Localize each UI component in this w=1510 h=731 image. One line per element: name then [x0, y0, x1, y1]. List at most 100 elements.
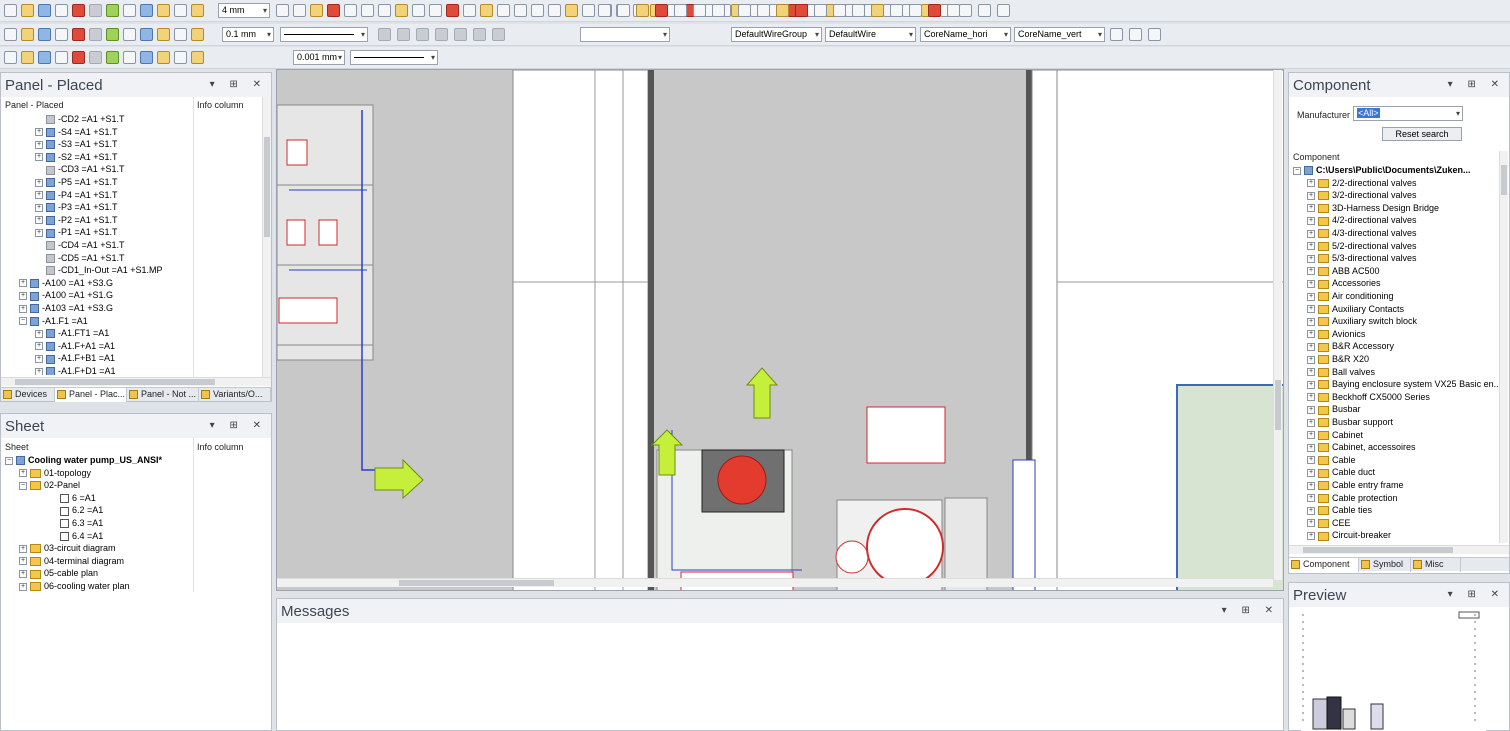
expand-toggle-icon[interactable]: +: [1307, 229, 1315, 238]
expand-toggle-icon[interactable]: +: [1307, 368, 1315, 377]
scroll-thumb[interactable]: [1275, 380, 1281, 430]
toolbar-tool-icon[interactable]: [1129, 28, 1142, 41]
expand-toggle-icon[interactable]: +: [1307, 254, 1315, 263]
panel-placed-item[interactable]: -CD5 =A1 +S1.T: [35, 252, 125, 264]
panel-placed-item[interactable]: + -A1.F+B1 =A1: [35, 352, 115, 364]
line-style-select[interactable]: [280, 27, 368, 42]
panel-window-controls[interactable]: ▾ ⊞ ✕: [210, 79, 267, 90]
toolbar-tool-icon[interactable]: [140, 51, 153, 64]
grid-size-select[interactable]: 4 mm: [218, 3, 270, 18]
sheet-item[interactable]: +01-topology: [19, 467, 91, 479]
toolbar-tool-icon[interactable]: [310, 4, 323, 17]
messages-window-controls[interactable]: ▾ ⊞ ✕: [1222, 605, 1279, 616]
manufacturer-select[interactable]: <All>: [1353, 106, 1463, 121]
toolbar-tool-icon[interactable]: [947, 4, 960, 17]
panel-drawing-canvas[interactable]: [276, 69, 1284, 591]
toolbar-tool-icon[interactable]: [565, 4, 578, 17]
panel-placed-info-header[interactable]: Info column: [197, 100, 244, 110]
expand-toggle-icon[interactable]: +: [19, 557, 27, 566]
wire-group-select[interactable]: DefaultWireGroup: [731, 27, 822, 42]
toolbar-tool-icon[interactable]: [480, 4, 493, 17]
toolbar-tool-icon[interactable]: [598, 4, 611, 17]
toolbar-tool-icon[interactable]: [1148, 28, 1161, 41]
toolbar-tool-icon[interactable]: [55, 28, 68, 41]
component-category-item[interactable]: +4/2-directional valves: [1307, 214, 1417, 226]
toolbar-tool-icon[interactable]: [959, 4, 972, 17]
toolbar-tool-icon[interactable]: [446, 4, 459, 17]
toolbar-tool-icon[interactable]: [435, 28, 448, 41]
component-category-item[interactable]: + Cable: [1307, 454, 1356, 466]
toolbar-tool-icon[interactable]: [776, 4, 789, 17]
empty-select[interactable]: [580, 27, 670, 42]
panel-tab[interactable]: Devices: [1, 388, 55, 402]
line-style-select-2[interactable]: [350, 50, 438, 65]
scroll-thumb[interactable]: [399, 580, 554, 586]
toolbar-tool-icon[interactable]: [38, 28, 51, 41]
panel-placed-item[interactable]: -CD4 =A1 +S1.T: [35, 239, 125, 251]
component-category-item[interactable]: +5/3-directional valves: [1307, 252, 1417, 264]
toolbar-tool-icon[interactable]: [191, 51, 204, 64]
component-category-item[interactable]: +4/3-directional valves: [1307, 227, 1417, 239]
checkbox-icon[interactable]: [60, 519, 69, 529]
expand-toggle-icon[interactable]: +: [1307, 204, 1315, 213]
component-category-item[interactable]: + Ball valves: [1307, 366, 1375, 378]
component-category-item[interactable]: + Busbar: [1307, 403, 1361, 415]
expand-toggle-icon[interactable]: +: [1307, 456, 1315, 465]
panel-placed-item[interactable]: + -P5 =A1 +S1.T: [35, 176, 118, 188]
component-category-item[interactable]: + Air conditioning: [1307, 290, 1394, 302]
toolbar-tool-icon[interactable]: [106, 28, 119, 41]
toolbar-tool-icon[interactable]: [157, 51, 170, 64]
toolbar-tool-icon[interactable]: [833, 4, 846, 17]
toolbar-tool-icon[interactable]: [72, 28, 85, 41]
toolbar-tool-icon[interactable]: [928, 4, 941, 17]
expand-toggle-icon[interactable]: +: [35, 178, 43, 187]
expand-toggle-icon[interactable]: +: [1307, 217, 1315, 226]
component-category-item[interactable]: + Auxiliary switch block: [1307, 315, 1417, 327]
component-root-item[interactable]: − C:\Users\Public\Documents\Zuken...: [1293, 164, 1471, 176]
component-category-item[interactable]: + B&R Accessory: [1307, 340, 1394, 352]
panel-placed-col-header[interactable]: Panel - Placed: [5, 100, 64, 110]
panel-placed-item[interactable]: + -A1.F+D1 =A1: [35, 365, 116, 375]
expand-toggle-icon[interactable]: −: [19, 317, 27, 326]
toolbar-tool-icon[interactable]: [514, 4, 527, 17]
expand-toggle-icon[interactable]: +: [19, 469, 27, 478]
sheet-info-header[interactable]: Info column: [197, 442, 244, 452]
toolbar-tool-icon[interactable]: [72, 4, 85, 17]
toolbar-tool-icon[interactable]: [582, 4, 595, 17]
toolbar-tool-icon[interactable]: [757, 4, 770, 17]
component-col-header[interactable]: Component: [1293, 152, 1340, 162]
toolbar-tool-icon[interactable]: [174, 4, 187, 17]
panel-placed-item[interactable]: + -P4 =A1 +S1.T: [35, 189, 118, 201]
sheet-item[interactable]: − Cooling water pump_US_ANSI*: [5, 454, 162, 466]
panel-tab[interactable]: Misc: [1411, 558, 1461, 572]
preview-window-controls[interactable]: ▾ ⊞ ✕: [1448, 589, 1505, 600]
toolbar-tool-icon[interactable]: [397, 28, 410, 41]
sheet-item[interactable]: 6 =A1: [49, 492, 96, 504]
panel-tab[interactable]: Variants/O...: [199, 388, 271, 402]
sheet-item[interactable]: 6.4 =A1: [49, 530, 103, 542]
scroll-thumb[interactable]: [15, 379, 215, 385]
expand-toggle-icon[interactable]: +: [35, 355, 43, 364]
component-category-item[interactable]: + Circuit-breaker: [1307, 529, 1391, 541]
expand-toggle-icon[interactable]: +: [19, 292, 27, 301]
toolbar-tool-icon[interactable]: [454, 28, 467, 41]
expand-toggle-icon[interactable]: +: [1307, 506, 1315, 515]
expand-toggle-icon[interactable]: +: [35, 367, 43, 375]
component-category-item[interactable]: + Baying enclosure system VX25 Basic en..…: [1307, 378, 1499, 390]
expand-toggle-icon[interactable]: +: [19, 279, 27, 288]
expand-toggle-icon[interactable]: +: [1307, 305, 1315, 314]
panel-placed-item[interactable]: + -S2 =A1 +S1.T: [35, 151, 118, 163]
toolbar-tool-icon[interactable]: [21, 51, 34, 64]
toolbar-tool-icon[interactable]: [276, 4, 289, 17]
toolbar-tool-icon[interactable]: [997, 4, 1010, 17]
toolbar-tool-icon[interactable]: [327, 4, 340, 17]
toolbar-tool-icon[interactable]: [157, 4, 170, 17]
component-category-item[interactable]: + Cabinet, accessoires: [1307, 441, 1416, 453]
panel-placed-vscroll[interactable]: [262, 97, 271, 377]
toolbar-tool-icon[interactable]: [21, 4, 34, 17]
component-category-item[interactable]: +5/2-directional valves: [1307, 240, 1417, 252]
expand-toggle-icon[interactable]: +: [1307, 494, 1315, 503]
expand-toggle-icon[interactable]: +: [1307, 418, 1315, 427]
toolbar-tool-icon[interactable]: [38, 4, 51, 17]
toolbar-tool-icon[interactable]: [814, 4, 827, 17]
